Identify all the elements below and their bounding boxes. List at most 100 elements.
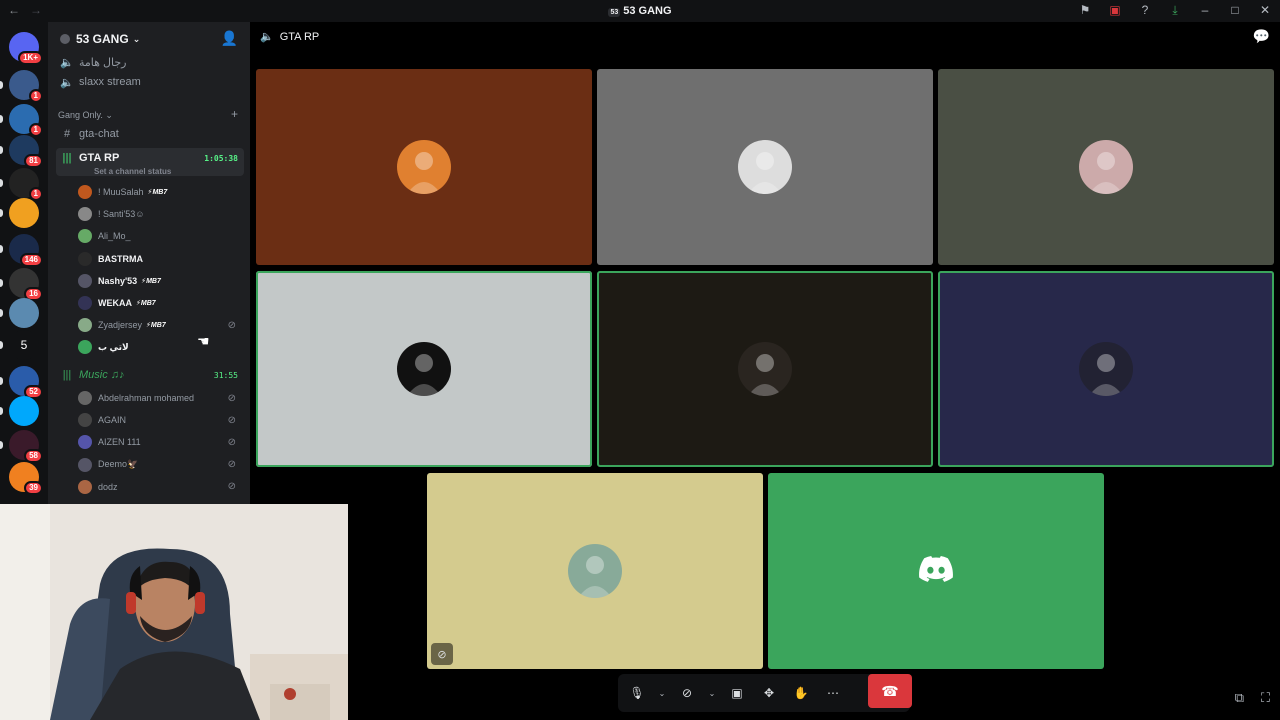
member-name: WEKAA	[98, 298, 132, 308]
voice-member[interactable]: AGAIN ⊘	[78, 410, 246, 430]
server-icon[interactable]: 16	[9, 268, 43, 301]
member-name: Deemo🦅	[98, 459, 139, 470]
guild-header[interactable]: 53 GANG ⌄ 👤	[48, 22, 250, 56]
voice-member[interactable]: BASTRMA	[78, 249, 246, 269]
speaker-icon: 🔈	[60, 76, 74, 89]
participant-tile[interactable]	[938, 271, 1274, 467]
voice-member[interactable]: Ali_Mo_	[78, 226, 246, 246]
voice-member[interactable]: AIZEN 111 ⊘	[78, 432, 246, 452]
muted-mic-icon: ⊘	[227, 414, 236, 426]
avatar	[78, 413, 92, 428]
maximize-icon[interactable]: □	[1228, 3, 1242, 18]
soundboard-icon[interactable]: ✋	[790, 682, 812, 704]
participant-tile[interactable]: ⊘	[427, 473, 763, 669]
popout-icon[interactable]: ⧉	[1235, 690, 1244, 706]
server-icon[interactable]: 81	[9, 135, 43, 168]
channel-status[interactable]: Set a channel status	[94, 167, 171, 176]
avatar	[568, 544, 622, 598]
mouse-cursor-icon: ☚	[197, 333, 210, 349]
server-icon[interactable]	[9, 396, 39, 426]
muted-mic-icon: ⊘	[227, 436, 236, 448]
muted-mic-icon: ⊘	[227, 319, 236, 331]
participant-tile[interactable]	[597, 271, 933, 467]
channel-name: رجال هامة	[79, 56, 127, 69]
server-icon[interactable]: 1	[9, 104, 43, 137]
category-header[interactable]: Gang Only. ⌄	[58, 110, 113, 121]
channel-item[interactable]: 🔈 رجال هامة	[56, 52, 244, 72]
unread-pill	[0, 209, 3, 217]
screen-share-icon[interactable]: ▣	[726, 682, 748, 704]
webcam-overlay	[0, 504, 348, 720]
stage-channel-name: GTA RP	[279, 30, 320, 43]
fullscreen-icon[interactable]: ⛶	[1261, 690, 1270, 706]
server-icon[interactable]: 5	[9, 330, 39, 360]
screen-icon[interactable]: ▣	[1108, 3, 1122, 18]
server-icon[interactable]: 58	[9, 430, 43, 463]
server-icon[interactable]: 52	[9, 366, 43, 399]
channel-item[interactable]: # gta-chat	[56, 124, 244, 144]
member-name: لاتي ب	[98, 341, 129, 352]
server-icon[interactable]: 1	[9, 70, 43, 103]
camera-off-icon[interactable]: ⊘	[676, 682, 698, 704]
participant-tile[interactable]	[768, 473, 1104, 669]
member-name: Abdelrahman mohamed	[98, 393, 195, 403]
member-name: AGAIN	[98, 415, 127, 426]
create-channel-icon[interactable]: +	[231, 107, 238, 121]
voice-timer: 31:55	[213, 371, 238, 380]
microphone-icon[interactable]: 🎙	[626, 682, 648, 704]
channel-name: Music ♫♪	[79, 369, 125, 381]
server-icon[interactable]	[9, 198, 39, 228]
help-icon[interactable]: ?	[1138, 3, 1152, 18]
unread-pill	[0, 81, 3, 89]
server-icon[interactable]: 146	[9, 234, 43, 267]
channel-item[interactable]: 🔈 slaxx stream	[56, 72, 244, 92]
voice-member[interactable]: لاتي ب	[78, 337, 246, 357]
member-name: Nashy'53	[98, 275, 138, 286]
voice-member[interactable]: Deemo🦅 ⊘	[78, 455, 246, 475]
window-title-text: 53 GANG	[623, 5, 672, 17]
voice-member[interactable]: Nashy'53 ⚡MB7	[78, 271, 246, 291]
add-member-icon[interactable]: 👤	[221, 30, 238, 47]
avatar	[1079, 140, 1133, 194]
voice-member[interactable]: Zyadjersey ⚡MB7 ⊘	[78, 315, 246, 335]
server-icon[interactable]: 1	[9, 168, 43, 201]
chevron-down-icon[interactable]: ⌄	[708, 682, 716, 704]
avatar	[78, 479, 92, 494]
channel-name: GTA RP	[79, 152, 120, 164]
voice-channel-music[interactable]: ||| Music ♫♪ 31:55	[56, 365, 244, 385]
chat-bubble-icon[interactable]: 💬	[1253, 28, 1270, 45]
voice-member[interactable]: Abdelrahman mohamed ⊘	[78, 388, 246, 408]
voice-member[interactable]: ! Santi'53☺	[78, 204, 246, 224]
server-icon[interactable]: 39	[9, 462, 43, 495]
muted-mic-icon: ⊘	[227, 459, 236, 471]
participant-tile[interactable]	[597, 69, 933, 265]
voice-timer: 1:05:38	[204, 154, 238, 163]
participant-tile[interactable]	[256, 69, 592, 265]
activities-icon[interactable]: ✥	[758, 682, 780, 704]
more-options-icon[interactable]: ⋯	[822, 682, 844, 704]
avatar	[78, 251, 92, 266]
download-icon[interactable]: ⤓	[1168, 3, 1182, 18]
mention-badge: 1	[28, 89, 43, 103]
avatar	[738, 140, 792, 194]
minimize-icon[interactable]: –	[1198, 3, 1212, 18]
disconnect-button[interactable]: ☎	[868, 674, 912, 708]
guild-name: 53 GANG	[76, 32, 129, 46]
participant-tile[interactable]	[938, 69, 1274, 265]
voice-member[interactable]: ! MuuSalah ⚡MB7	[78, 182, 246, 202]
server-icon[interactable]	[9, 298, 39, 328]
close-icon[interactable]: ✕	[1258, 3, 1272, 18]
flag-icon[interactable]: ⚑	[1078, 3, 1092, 18]
avatar	[78, 296, 92, 310]
member-tag: ⚡MB7	[136, 300, 156, 307]
unread-pill	[0, 377, 3, 385]
voice-member[interactable]: WEKAA ⚡MB7	[78, 293, 246, 313]
server-icon[interactable]: 1K+	[9, 32, 43, 65]
avatar	[78, 229, 92, 244]
mention-badge: 58	[24, 449, 43, 463]
participant-tile[interactable]	[256, 271, 592, 467]
avatar	[78, 185, 92, 199]
chevron-down-icon[interactable]: ⌄	[658, 682, 666, 704]
voice-channel-gta-rp[interactable]: ||| GTA RP 1:05:38 Set a channel status	[56, 148, 244, 176]
voice-member[interactable]: dodz ⊘	[78, 477, 246, 497]
